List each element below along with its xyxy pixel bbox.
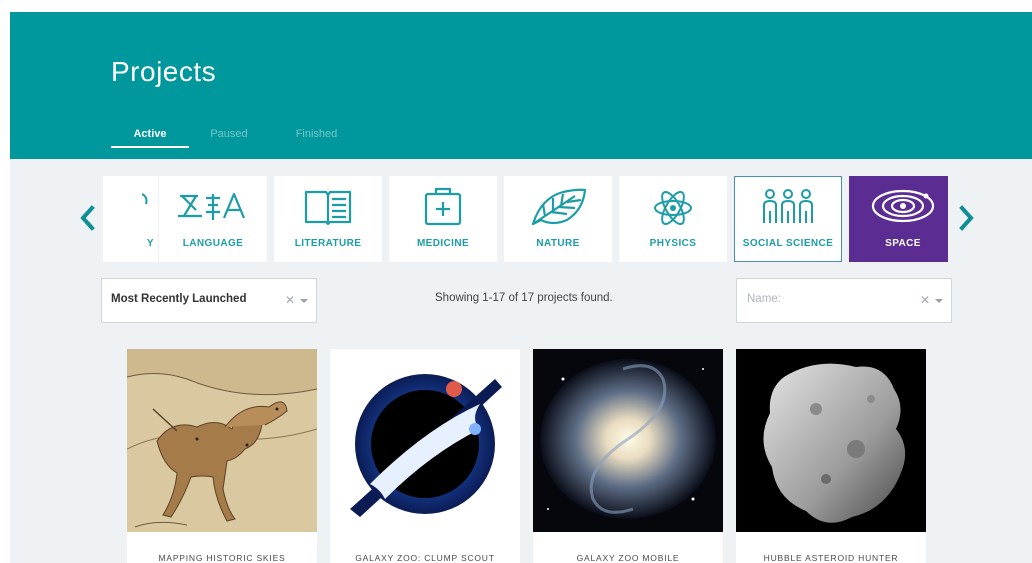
caret-down-icon [300,299,308,303]
status-tabs: Active Paused Finished [111,126,364,148]
page-header: Projects Active Paused Finished [10,12,1032,159]
caret-down-icon [935,299,943,303]
clear-icon[interactable]: ✕ [285,293,295,307]
project-title: HUBBLE ASTEROID HUNTER [763,553,899,563]
page-title: Projects [111,56,217,87]
category-language[interactable]: LANGUAGE [159,176,267,262]
category-medicine[interactable]: MEDICINE [389,176,497,262]
chevron-left-icon [80,205,95,231]
book-icon [274,184,382,228]
category-label: SOCIAL SCIENCE [742,238,834,249]
project-card[interactable]: HUBBLE ASTEROID HUNTER [736,349,926,563]
project-card[interactable]: GALAXY ZOO: CLUMP SCOUT [330,349,520,563]
clear-icon[interactable]: ✕ [920,293,930,307]
medical-kit-icon [389,184,497,228]
name-filter-placeholder: Name: [747,293,781,305]
project-title: MAPPING HISTORIC SKIES [158,553,286,563]
solar-system-icon [849,184,948,228]
tab-paused[interactable]: Paused [189,126,269,148]
category-label: Y [146,238,154,249]
category-label: LITERATURE [294,238,362,249]
carousel-next-button[interactable] [956,204,976,232]
carousel-prev-button[interactable] [78,204,98,232]
category-label: NATURE [536,238,580,249]
category-physics[interactable]: PHYSICS [619,176,727,262]
project-image [330,349,520,532]
project-card[interactable]: MAPPING HISTORIC SKIES [127,349,317,563]
tab-finished[interactable]: Finished [269,126,364,148]
category-space[interactable]: SPACE [849,176,948,262]
project-title: GALAXY ZOO MOBILE [576,553,680,563]
project-image [533,349,723,532]
name-filter-dropdown[interactable]: Name: ✕ [736,278,952,323]
project-title: GALAXY ZOO: CLUMP SCOUT [355,553,495,563]
sort-dropdown[interactable]: Most Recently Launched ✕ [101,278,317,323]
category-label: PHYSICS [649,238,697,249]
category-literature[interactable]: LITERATURE [274,176,382,262]
projects-page: Projects Active Paused Finished Y LANGUA… [10,12,1032,563]
category-label: LANGUAGE [182,238,244,249]
category-nature[interactable]: NATURE [504,176,612,262]
results-count: Showing 1-17 of 17 projects found. [435,292,613,304]
category-partial[interactable]: Y [103,176,158,262]
category-label: SPACE [885,238,921,249]
partial-icon [103,184,158,228]
leaf-icon [504,184,612,228]
project-card[interactable]: GALAXY ZOO MOBILE [533,349,723,563]
language-icon [159,184,267,228]
tab-active[interactable]: Active [111,126,189,148]
project-image [127,349,317,532]
category-social-science[interactable]: SOCIAL SCIENCE [734,176,842,262]
chevron-right-icon [959,205,974,231]
atom-icon [619,184,727,228]
category-carousel: Y LANGUAGE LITERATURE MEDICINE NATURE PH… [103,176,948,262]
sort-dropdown-value: Most Recently Launched [111,293,247,305]
project-image [736,349,926,532]
category-label: MEDICINE [416,238,470,249]
people-icon [735,185,841,229]
